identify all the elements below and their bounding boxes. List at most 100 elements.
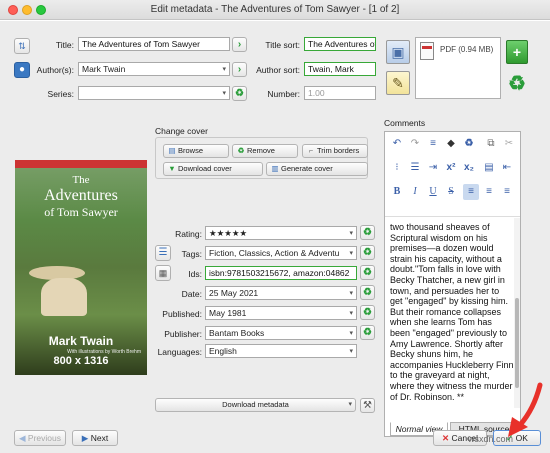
download-arrow-icon: ▼ bbox=[168, 164, 176, 173]
cut-icon[interactable]: ✂ bbox=[501, 136, 517, 152]
comments-text[interactable]: two thousand sheaves of Scriptural wisdo… bbox=[390, 222, 514, 402]
format-item-label: PDF (0.94 MB) bbox=[440, 45, 494, 54]
clear-published-button[interactable]: ♻ bbox=[360, 305, 375, 320]
select-all-icon[interactable]: ≡ bbox=[425, 136, 441, 152]
date-value: 25 May 2021 bbox=[209, 288, 259, 298]
bullet-list-icon[interactable]: ☰ bbox=[407, 160, 423, 176]
recycle-icon[interactable]: ♻ bbox=[461, 136, 477, 152]
copy-icon[interactable]: ⧉ bbox=[483, 136, 499, 152]
strikethrough-icon[interactable]: S bbox=[443, 184, 459, 200]
recycle-icon: ♻ bbox=[363, 306, 372, 318]
download-cover-button[interactable]: ▼ Download cover bbox=[163, 162, 263, 176]
manage-authors-button[interactable]: ● bbox=[14, 62, 30, 78]
clear-rating-button[interactable]: ♻ bbox=[360, 225, 375, 240]
copy-author-to-sort-button[interactable]: › bbox=[232, 62, 247, 77]
previous-button[interactable]: ◀ Previous bbox=[14, 430, 66, 446]
align-center-icon[interactable]: ≡ bbox=[481, 184, 497, 200]
title-input[interactable]: The Adventures of Tom Sawyer bbox=[78, 37, 230, 51]
add-format-button[interactable]: + bbox=[506, 40, 528, 64]
underline-icon[interactable]: U bbox=[425, 184, 441, 200]
outdent-icon[interactable]: ⇤ bbox=[499, 160, 515, 176]
redo-icon[interactable]: ↷ bbox=[407, 136, 423, 152]
title-sort-input[interactable]: The Adventures of To bbox=[304, 37, 376, 51]
pdf-file-icon bbox=[420, 42, 434, 60]
copy-title-to-sort-button[interactable]: › bbox=[232, 37, 247, 52]
trim-borders-button[interactable]: ⌐ Trim borders bbox=[302, 144, 368, 158]
download-metadata-label: Download metadata bbox=[222, 400, 289, 409]
download-metadata-button[interactable]: Download metadata ▾ bbox=[155, 398, 356, 412]
superscript-icon[interactable]: x² bbox=[443, 160, 459, 176]
align-right-icon[interactable]: ≡ bbox=[499, 184, 515, 200]
chevron-down-icon: ▾ bbox=[349, 330, 353, 337]
eraser-icon[interactable]: ◆ bbox=[443, 136, 459, 152]
numbered-list-icon[interactable]: ⁝ bbox=[389, 160, 405, 176]
number-label: Number: bbox=[267, 89, 300, 99]
title-label: Title: bbox=[55, 40, 74, 50]
languages-label: Languages: bbox=[157, 347, 202, 357]
edit-ids-button[interactable]: ▦ bbox=[155, 265, 171, 281]
comments-scrollbar[interactable] bbox=[514, 218, 520, 408]
recycle-icon: ♻ bbox=[363, 266, 372, 278]
languages-combobox[interactable]: English ▾ bbox=[205, 344, 357, 358]
chevron-down-icon: ▾ bbox=[348, 401, 352, 408]
chevron-down-icon: ▾ bbox=[349, 250, 353, 257]
chevron-down-icon: ▾ bbox=[349, 230, 353, 237]
indent-icon[interactable]: ⇥ bbox=[425, 160, 441, 176]
change-cover-label: Change cover bbox=[155, 126, 208, 136]
align-left-icon[interactable]: ≡ bbox=[463, 184, 479, 200]
series-number-input[interactable]: 1.00 bbox=[304, 86, 376, 100]
arrow-left-icon: ◀ bbox=[19, 433, 26, 443]
toolbar-divider bbox=[385, 216, 520, 217]
edit-tags-button[interactable]: ☰ bbox=[155, 245, 171, 261]
authors-label: Author(s): bbox=[36, 65, 74, 75]
italic-icon[interactable]: I bbox=[407, 184, 423, 200]
clear-date-button[interactable]: ♻ bbox=[360, 285, 375, 300]
browse-cover-button[interactable]: ▤ Browse bbox=[163, 144, 229, 158]
configure-download-button[interactable]: ⚒ bbox=[360, 398, 375, 413]
cover-top-band bbox=[15, 160, 147, 168]
recycle-icon: ♻ bbox=[363, 226, 372, 238]
clear-series-button[interactable]: ♻ bbox=[232, 86, 247, 101]
cover-image[interactable]: The Adventures of Tom Sawyer Mark Twain … bbox=[15, 160, 147, 375]
series-combobox[interactable]: ▾ bbox=[78, 86, 230, 100]
bold-icon[interactable]: B bbox=[389, 184, 405, 200]
ids-input[interactable]: isbn:9781503215672, amazon:04862 bbox=[205, 266, 357, 280]
clear-tags-button[interactable]: ♻ bbox=[360, 245, 375, 260]
clear-ids-button[interactable]: ♻ bbox=[360, 265, 375, 280]
scrollbar-thumb[interactable] bbox=[515, 298, 519, 388]
publisher-combobox[interactable]: Bantam Books ▾ bbox=[205, 326, 357, 340]
generate-cover-button[interactable]: ▥ Generate cover bbox=[266, 162, 368, 176]
swap-title-author-button[interactable]: ⇅ bbox=[14, 38, 30, 54]
author-sort-label: Author sort: bbox=[256, 65, 300, 75]
remove-format-button[interactable]: ♻ bbox=[505, 71, 529, 95]
chevron-down-icon: ▾ bbox=[349, 310, 353, 317]
set-metadata-from-format-button[interactable]: ✎ bbox=[386, 71, 410, 95]
comments-label: Comments bbox=[384, 118, 426, 128]
chevron-down-icon: ▾ bbox=[349, 348, 353, 355]
undo-icon[interactable]: ↶ bbox=[389, 136, 405, 152]
cover-title-line-2: Adventures bbox=[44, 187, 118, 204]
insert-link-icon[interactable]: ▤ bbox=[481, 160, 497, 176]
published-value: May 1981 bbox=[209, 308, 247, 318]
date-input[interactable]: 25 May 2021 ▾ bbox=[205, 286, 357, 300]
clear-publisher-button[interactable]: ♻ bbox=[360, 325, 375, 340]
arrow-right-icon: ▶ bbox=[81, 433, 89, 443]
browse-label: Browse bbox=[178, 146, 204, 155]
set-cover-from-format-button[interactable]: ▣ bbox=[386, 40, 410, 64]
cover-title-line-3: of Tom Sawyer bbox=[44, 205, 118, 219]
subscript-icon[interactable]: x₂ bbox=[461, 160, 477, 176]
formats-list[interactable]: PDF (0.94 MB) bbox=[415, 37, 501, 99]
recycle-icon: ♻ bbox=[508, 72, 526, 95]
comments-toolbar-row-1: ↶ ↷ ≡ ◆ ♻ ⧉ ✂ bbox=[385, 136, 520, 158]
next-button[interactable]: ▶ Next bbox=[72, 430, 118, 446]
chevron-down-icon: ▾ bbox=[349, 290, 353, 297]
author-sort-input[interactable]: Twain, Mark bbox=[304, 62, 376, 76]
generate-cover-label: Generate cover bbox=[281, 164, 333, 173]
authors-combobox[interactable]: Mark Twain ▾ bbox=[78, 62, 230, 76]
cover-illustration-figure bbox=[41, 278, 87, 316]
rating-combobox[interactable]: ★★★★★ ▾ bbox=[205, 226, 357, 240]
published-input[interactable]: May 1981 ▾ bbox=[205, 306, 357, 320]
tools-icon: ⚒ bbox=[363, 399, 372, 411]
remove-cover-button[interactable]: ♻ Remove bbox=[232, 144, 298, 158]
tags-combobox[interactable]: Fiction, Classics, Action & Adventu ▾ bbox=[205, 246, 357, 260]
